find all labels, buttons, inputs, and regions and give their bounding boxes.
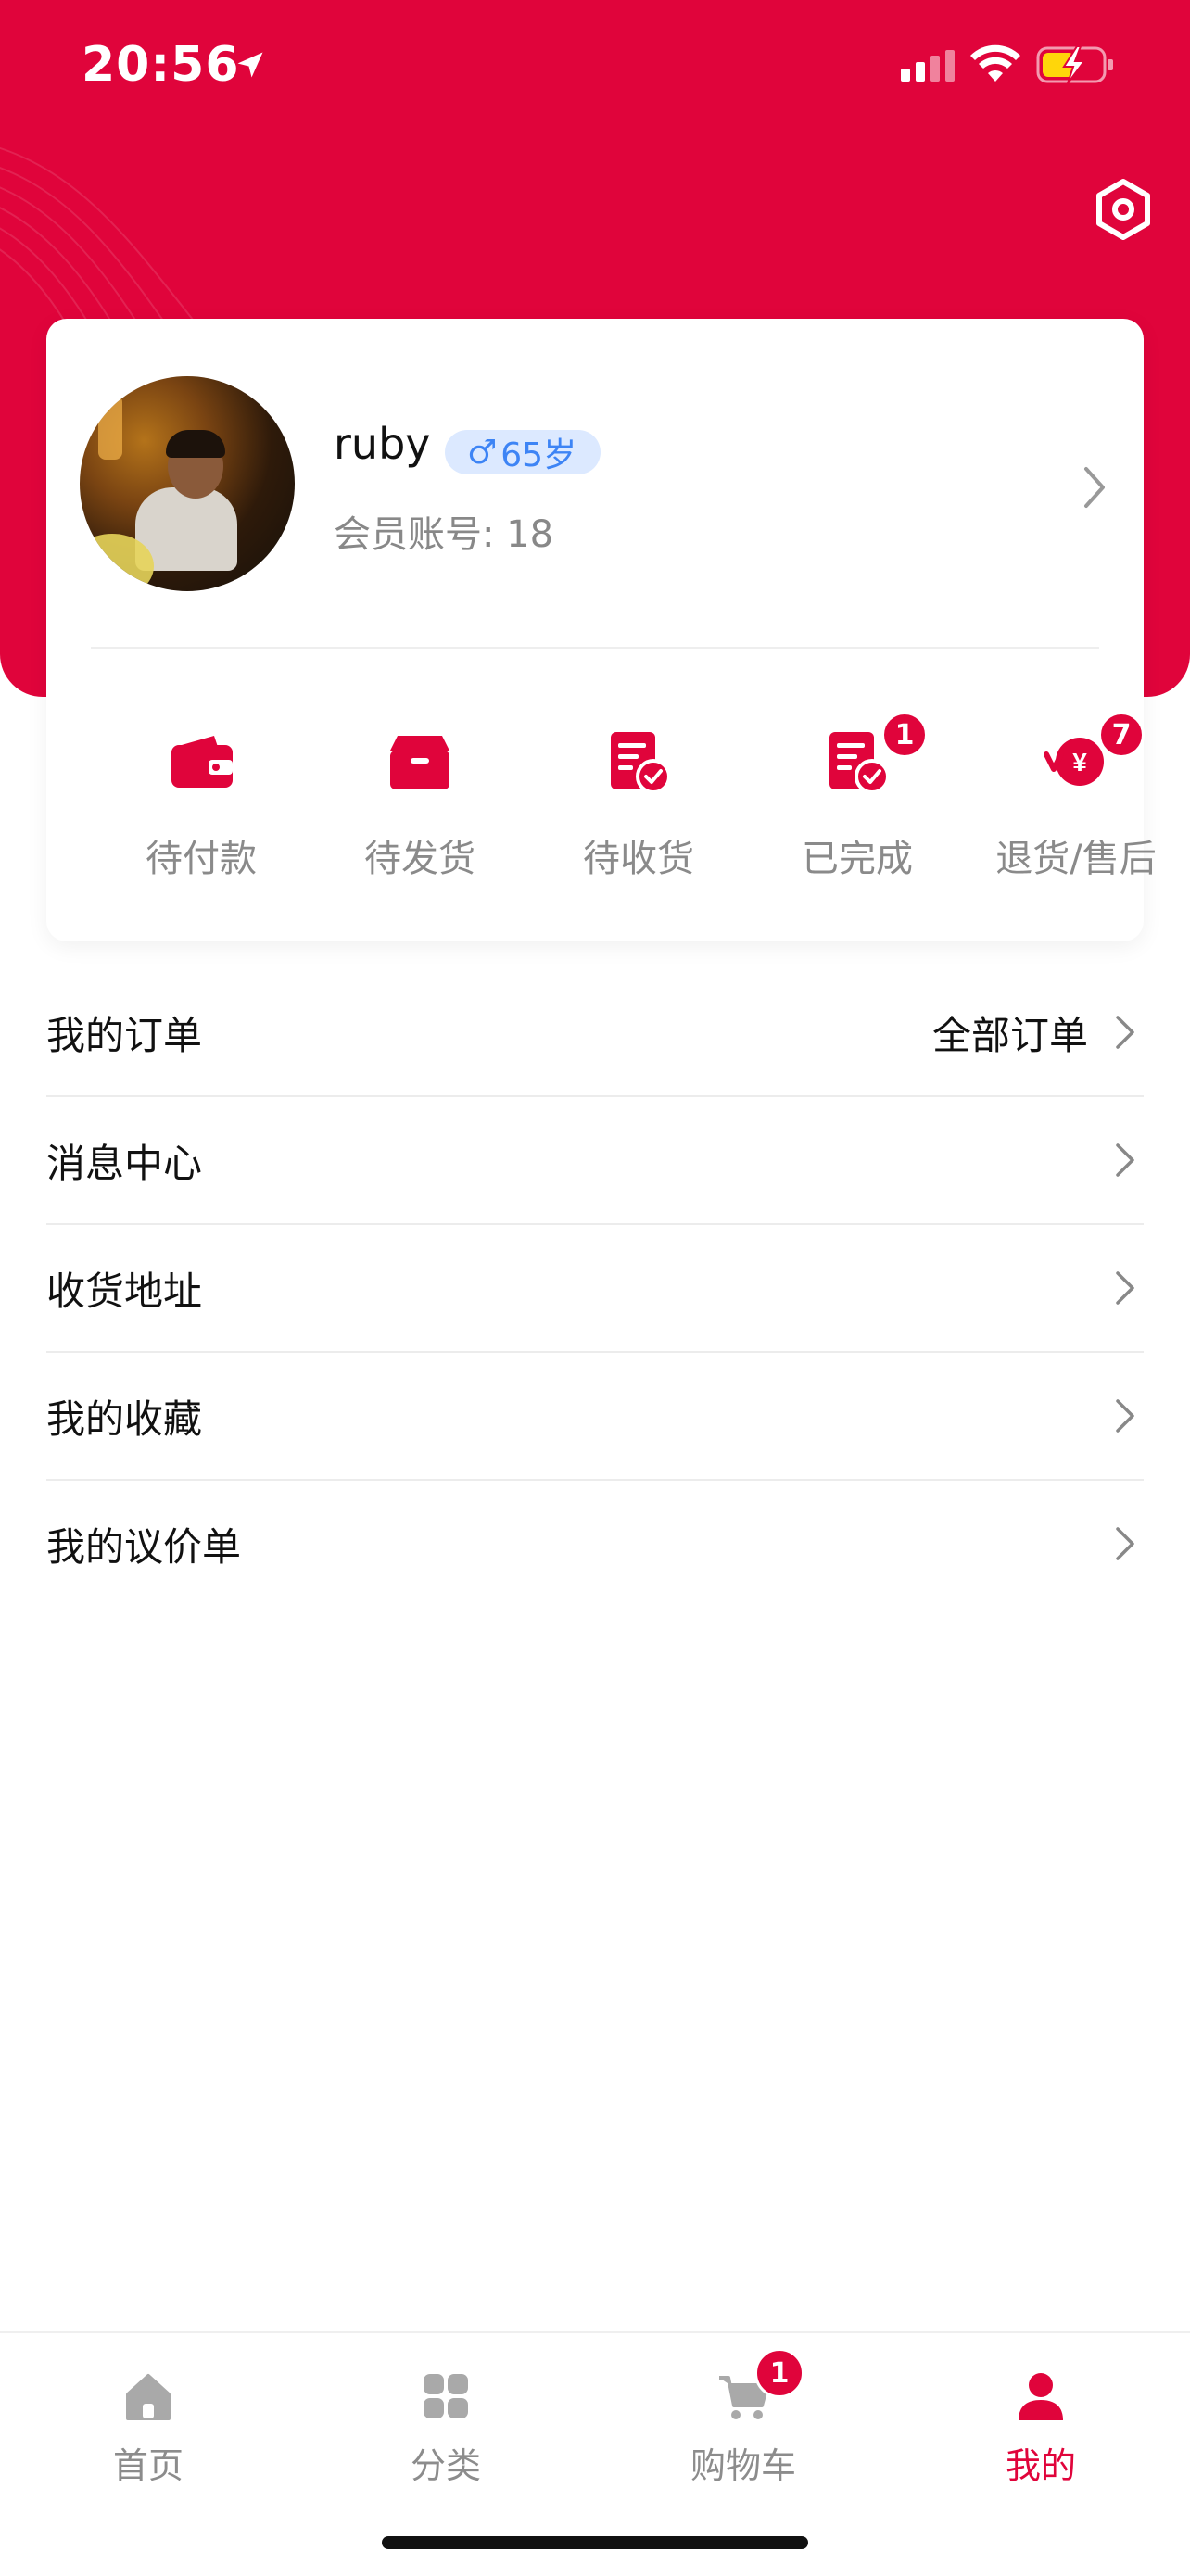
menu-my-orders[interactable]: 我的订单 全部订单	[46, 969, 1144, 1097]
menu-list: 我的订单 全部订单 消息中心 收货地址 我的收藏 我的议价单	[46, 969, 1144, 1607]
tab-label: 我的	[1005, 2445, 1076, 2486]
tab-category[interactable]: 分类	[353, 2354, 538, 2493]
member-account: 会员账号: 18	[334, 504, 553, 558]
male-icon: ♂	[467, 433, 498, 472]
menu-message-center[interactable]: 消息中心	[46, 1097, 1144, 1225]
gender-age-badge: ♂ 65岁	[445, 430, 601, 474]
tab-home[interactable]: 首页	[56, 2354, 241, 2493]
avatar[interactable]	[80, 376, 295, 591]
chevron-right-icon	[1116, 1143, 1134, 1177]
order-label: 待发货	[364, 838, 475, 880]
wallet-icon	[171, 736, 233, 788]
chevron-right-icon[interactable]	[1082, 465, 1108, 510]
chevron-right-icon	[1116, 1399, 1134, 1433]
location-arrow-icon	[237, 52, 263, 78]
profile-card: ruby ♂ 65岁 会员账号: 18 待付款 待发货 待收货 1 已完成 ¥ …	[46, 319, 1157, 941]
profile-divider	[91, 647, 1099, 649]
all-orders-link[interactable]: 全部订单	[932, 1004, 1088, 1061]
order-pending-receipt[interactable]: 待收货	[529, 726, 748, 912]
age-label: 65岁	[500, 436, 577, 474]
tab-cart[interactable]: 1 购物车	[651, 2348, 836, 2493]
order-label: 退货/售后	[995, 838, 1157, 880]
tab-label: 分类	[410, 2445, 481, 2486]
document-check-icon	[611, 732, 671, 794]
order-pending-payment[interactable]: 待付款	[92, 726, 310, 912]
tab-label: 购物车	[690, 2445, 796, 2486]
grid-icon	[424, 2374, 468, 2418]
chevron-right-icon	[1116, 1016, 1134, 1049]
box-icon	[390, 736, 449, 789]
menu-title: 消息中心	[46, 1140, 203, 1186]
order-label: 待付款	[146, 838, 257, 880]
signal-icon	[901, 50, 955, 82]
cart-badge: 1	[754, 2348, 804, 2398]
member-account-value: 18	[506, 513, 554, 556]
chevron-right-icon	[1116, 1527, 1134, 1560]
order-pending-shipment[interactable]: 待发货	[310, 726, 529, 912]
user-icon	[1019, 2373, 1063, 2420]
menu-title: 收货地址	[46, 1268, 203, 1314]
user-name: ruby	[334, 419, 431, 469]
menu-price-quotes[interactable]: 我的议价单	[46, 1481, 1144, 1607]
menu-title: 我的议价单	[46, 1523, 242, 1570]
status-bar: 20:56	[0, 0, 1190, 139]
order-label: 已完成	[802, 838, 913, 880]
chevron-right-icon	[1116, 1271, 1134, 1305]
menu-title: 我的收藏	[46, 1395, 203, 1442]
tab-mine[interactable]: 我的	[948, 2354, 1133, 2493]
tab-label: 首页	[112, 2445, 184, 2486]
settings-icon[interactable]	[1090, 176, 1157, 243]
svg-text:¥: ¥	[1072, 748, 1087, 777]
menu-shipping-address[interactable]: 收货地址	[46, 1225, 1144, 1353]
order-completed[interactable]: 1 已完成	[748, 712, 967, 912]
order-refund[interactable]: ¥ 7 退货/售后	[967, 712, 1185, 912]
home-indicator	[382, 2536, 808, 2549]
order-badge: 7	[1098, 712, 1145, 758]
battery-charging-icon	[1036, 45, 1113, 84]
order-label: 待收货	[583, 838, 694, 880]
menu-favorites[interactable]: 我的收藏	[46, 1353, 1144, 1481]
home-icon	[126, 2374, 171, 2420]
order-badge: 1	[881, 712, 928, 758]
status-time: 20:56	[82, 37, 240, 93]
wifi-icon	[970, 44, 1020, 82]
member-account-label: 会员账号:	[334, 513, 495, 556]
menu-title: 我的订单	[46, 1012, 203, 1058]
